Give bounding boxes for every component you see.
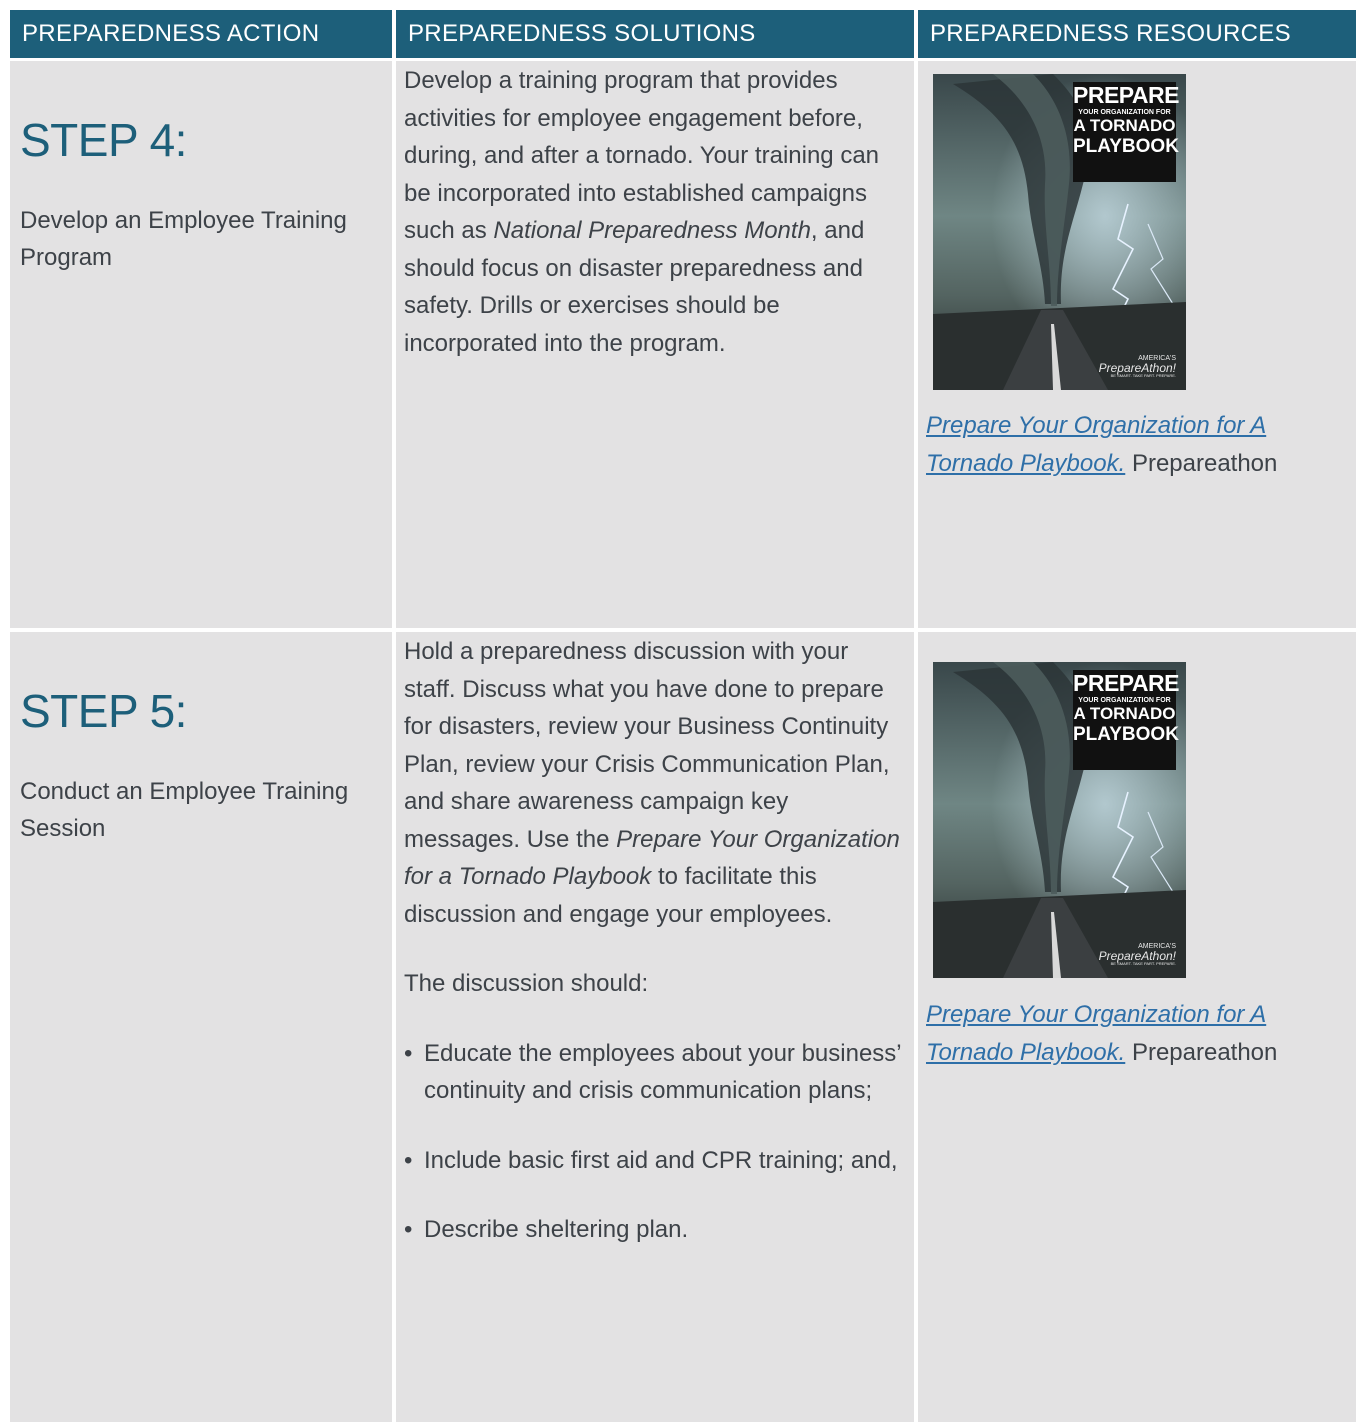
list-item: Describe sheltering plan.: [404, 1211, 904, 1249]
step-4-title: STEP 4:: [20, 114, 187, 166]
tornado-playbook-cover-image[interactable]: PREPARE YOUR ORGANIZATION FOR A TORNADO …: [933, 74, 1186, 390]
step-5-solution-text: Hold a preparedness discussion with your…: [404, 633, 904, 1249]
step-4-solution-cell: Develop a training program that provides…: [396, 61, 914, 628]
prepareathon-logo: AMERICA'S PrepareAthon! BE SMART. TAKE P…: [1098, 943, 1176, 966]
step-4-action-cell: STEP 4: Develop an Employee Training Pro…: [10, 61, 392, 628]
step-5-action-cell: STEP 5: Conduct an Employee Training Ses…: [10, 632, 392, 1422]
discussion-intro: The discussion should:: [404, 970, 649, 997]
resource-source: Prepareathon: [1131, 1039, 1278, 1066]
step-5-action: Conduct an Employee Training Session: [20, 778, 349, 842]
cover-title-line2: YOUR ORGANIZATION FOR: [1078, 109, 1171, 116]
list-item: Educate the employees about your busines…: [404, 1035, 904, 1110]
cover-title-line2: YOUR ORGANIZATION FOR: [1078, 697, 1171, 704]
cover-title-playbook: PLAYBOOK: [1073, 136, 1179, 157]
prepareathon-logo: AMERICA'S PrepareAthon! BE SMART. TAKE P…: [1098, 355, 1176, 378]
preparedness-table: PREPAREDNESS ACTION PREPAREDNESS SOLUTIO…: [0, 0, 1356, 1422]
tornado-playbook-cover-image[interactable]: PREPARE YOUR ORGANIZATION FOR A TORNADO …: [933, 662, 1186, 978]
step-4-solution-text: Develop a training program that provides…: [404, 67, 880, 357]
cover-title-tornado: A TORNADO: [1073, 704, 1176, 723]
step-5-solution-cell: Hold a preparedness discussion with your…: [396, 632, 914, 1422]
step-4-action: Develop an Employee Training Program: [20, 207, 347, 271]
discussion-list: Educate the employees about your busines…: [404, 1035, 904, 1249]
step-5-resource-citation: Prepare Your Organization for A Tornado …: [926, 996, 1346, 1072]
cover-title-prepare: PREPARE: [1073, 670, 1180, 696]
header-preparedness-action: PREPAREDNESS ACTION: [10, 10, 392, 58]
cover-title-playbook: PLAYBOOK: [1073, 724, 1179, 745]
national-preparedness-month: National Preparedness Month: [493, 217, 811, 244]
step-5-resource-cell: PREPARE YOUR ORGANIZATION FOR A TORNADO …: [918, 632, 1356, 1422]
step-4-resource-citation: Prepare Your Organization for A Tornado …: [926, 407, 1346, 483]
step-5-title: STEP 5:: [20, 685, 187, 737]
resource-source: Prepareathon: [1131, 450, 1278, 477]
step-4-resource-cell: PREPARE YOUR ORGANIZATION FOR A TORNADO …: [918, 61, 1356, 628]
header-preparedness-solutions: PREPAREDNESS SOLUTIONS: [396, 10, 914, 58]
list-item: Include basic first aid and CPR training…: [404, 1142, 904, 1180]
header-preparedness-resources: PREPAREDNESS RESOURCES: [918, 10, 1356, 58]
cover-title-tornado: A TORNADO: [1073, 116, 1176, 135]
cover-title-prepare: PREPARE: [1073, 82, 1180, 108]
